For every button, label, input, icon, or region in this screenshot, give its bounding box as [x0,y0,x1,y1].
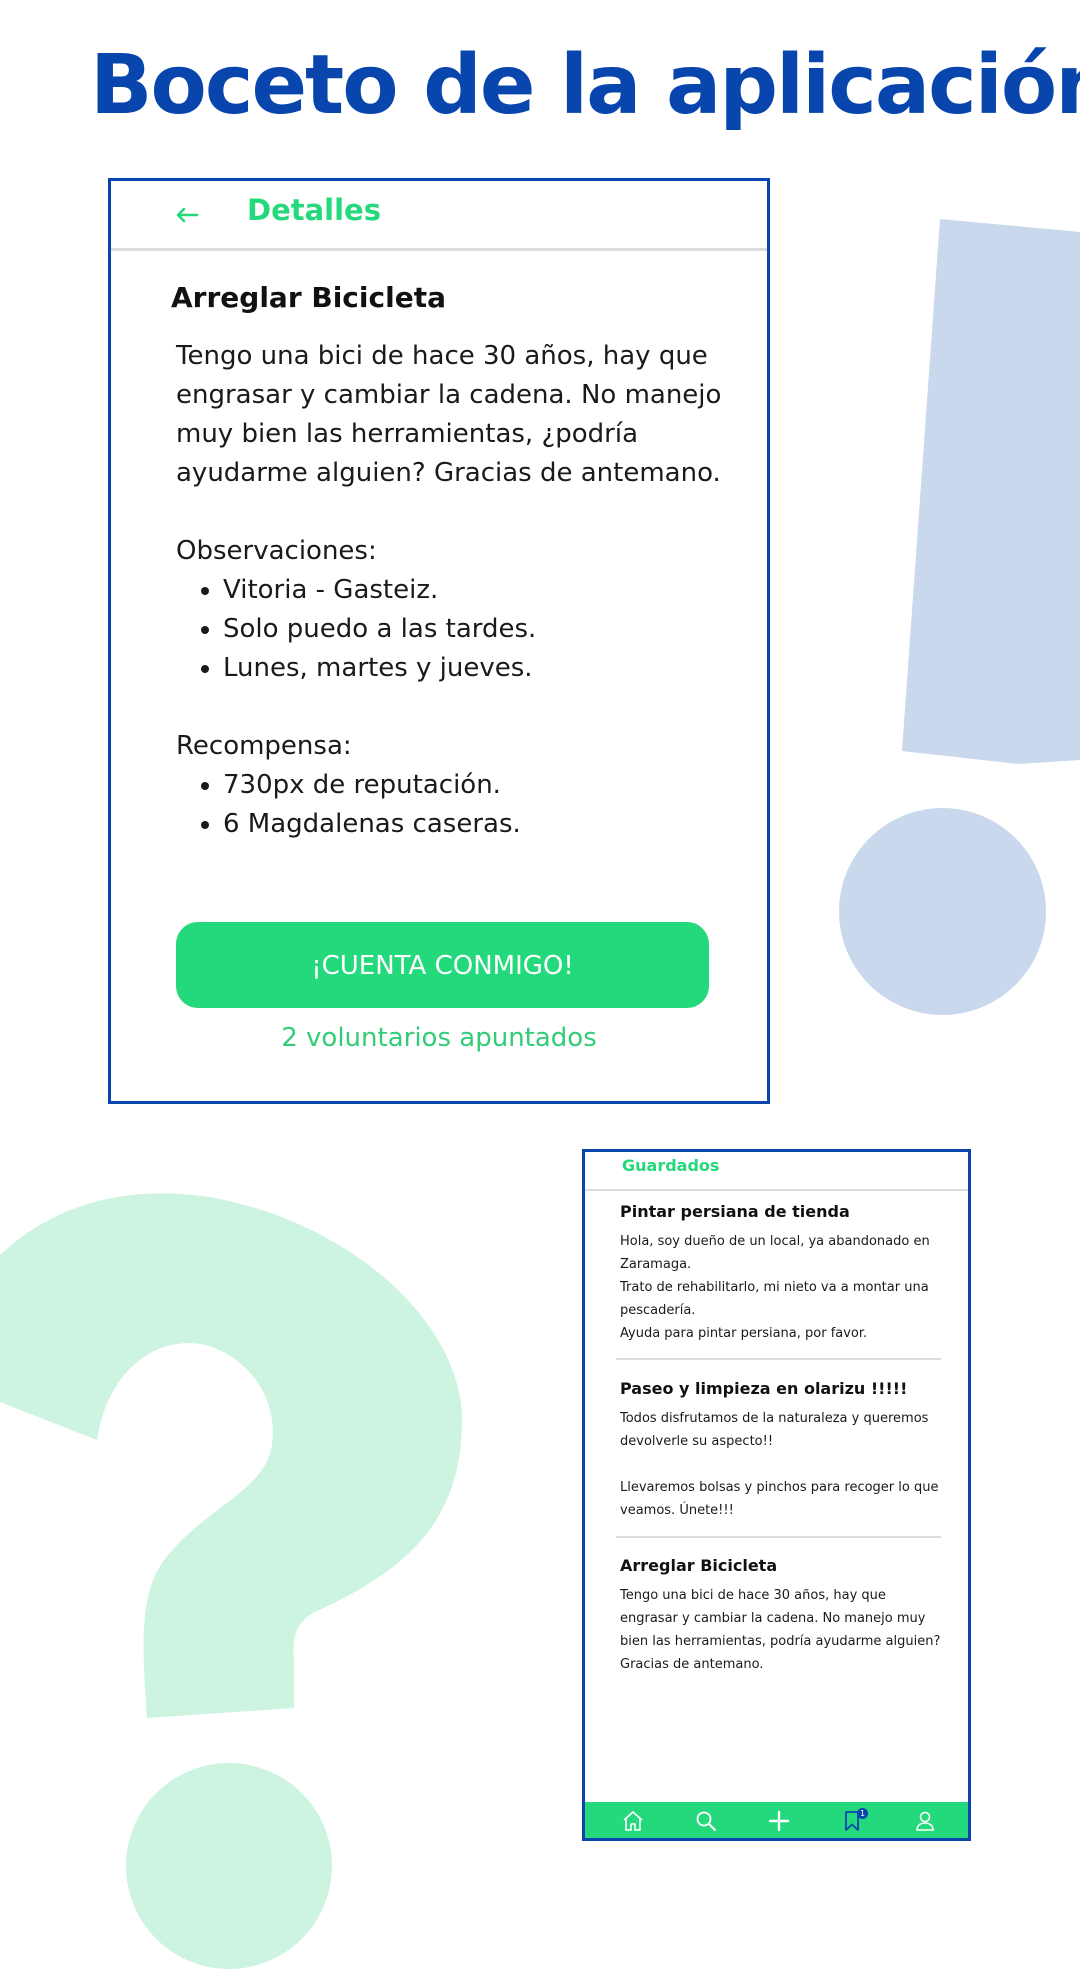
saved-item-title: Paseo y limpieza en olarizu !!!!! [620,1379,908,1398]
task-description: Tengo una bici de hace 30 años, hay que … [176,341,722,488]
reward-list: 730px de reputación. 6 Magdalenas casera… [176,766,741,844]
join-button[interactable]: ¡CUENTA CONMIGO! [176,922,709,1008]
arrow-left-icon[interactable] [175,205,199,225]
reward-label: Recompensa: [176,731,352,761]
user-icon[interactable] [913,1809,937,1833]
bottom-tab-bar: 1 [585,1802,968,1838]
reward-item: 6 Magdalenas caseras. [223,805,741,844]
bookmark-badge: 1 [857,1808,868,1819]
divider [616,1358,941,1360]
saved-screen: Guardados Pintar persiana de tienda Hola… [582,1149,971,1841]
bookmark-tab[interactable]: 1 [840,1808,868,1833]
details-header: Detalles [111,181,767,251]
saved-item-body: Hola, soy dueño de un local, ya abandona… [620,1234,930,1341]
saved-item-title: Arreglar Bicicleta [620,1556,778,1575]
search-icon[interactable] [694,1809,718,1833]
observations-label: Observaciones: [176,536,377,566]
saved-item-title: Pintar persiana de tienda [620,1202,850,1221]
task-body: Tengo una bici de hace 30 años, hay que … [176,337,741,844]
page-title: Boceto de la aplicación [90,38,1080,133]
saved-title: Guardados [622,1156,720,1175]
reward-item: 730px de reputación. [223,766,741,805]
saved-header: Guardados [585,1152,968,1191]
saved-item-body: Todos disfrutamos de la naturaleza y que… [620,1411,939,1518]
plus-icon[interactable] [767,1809,791,1833]
saved-item[interactable]: Paseo y limpieza en olarizu !!!!! Todos … [620,1379,945,1522]
observation-item: Vitoria - Gasteiz. [223,571,741,610]
observation-item: Lunes, martes y jueves. [223,649,741,688]
observation-item: Solo puedo a las tardes. [223,610,741,649]
divider [616,1536,941,1538]
home-icon[interactable] [621,1809,645,1833]
saved-item[interactable]: Arreglar Bicicleta Tengo una bici de hac… [620,1556,945,1676]
saved-item[interactable]: Pintar persiana de tienda Hola, soy dueñ… [620,1202,945,1345]
details-title: Detalles [247,193,381,227]
volunteers-count: 2 voluntarios apuntados [281,1023,597,1053]
observations-list: Vitoria - Gasteiz. Solo puedo a las tard… [176,571,741,688]
question-dot-decoration [126,1763,332,1969]
task-title: Arreglar Bicicleta [171,281,446,314]
saved-item-body: Tengo una bici de hace 30 años, hay que … [620,1588,941,1672]
details-screen: Detalles Arreglar Bicicleta Tengo una bi… [108,178,770,1104]
